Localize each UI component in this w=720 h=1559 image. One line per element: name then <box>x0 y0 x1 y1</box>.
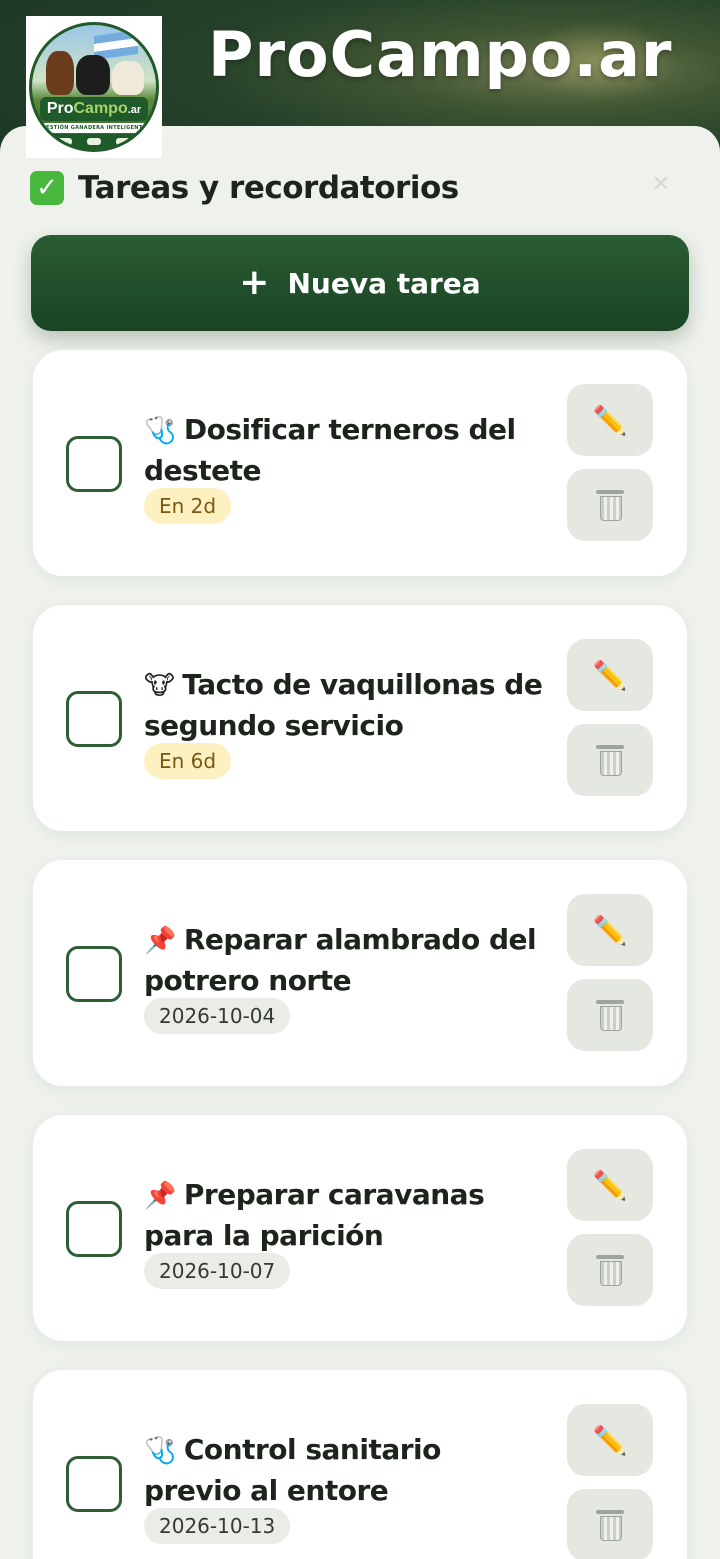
plus-icon: + <box>239 262 270 303</box>
pencil-icon: ✏️ <box>592 913 628 947</box>
cow-icon: 🐮 <box>144 671 175 701</box>
task-title-text: Preparar caravanas para la parición <box>144 1178 485 1252</box>
trash-icon <box>596 1255 624 1286</box>
tasks-panel: ✓ Tareas y recordatorios ✕ + Nueva tarea… <box>0 126 720 1559</box>
edit-task-button[interactable]: ✏️ <box>567 894 653 966</box>
task-due-badge: En 6d <box>144 743 232 779</box>
task-title: 🩺 Control sanitario previo al entore <box>144 1430 544 1511</box>
pencil-icon: ✏️ <box>592 403 628 437</box>
task-checkbox[interactable] <box>66 1456 122 1512</box>
cow-icon <box>76 55 110 95</box>
edit-task-button[interactable]: ✏️ <box>567 384 653 456</box>
logo-emblem: ProCampo.ar GESTIÓN GANADERA INTELIGENTE <box>29 22 159 152</box>
task-card: 🩺 Dosificar terneros del destete En 2d ✏️ <box>33 350 687 576</box>
panel-header: ✓ Tareas y recordatorios <box>30 168 459 208</box>
pencil-icon: ✏️ <box>592 1168 628 1202</box>
task-title-text: Control sanitario previo al entore <box>144 1433 441 1507</box>
pushpin-icon: 📌 <box>144 1181 176 1211</box>
task-due-badge: 2026-10-04 <box>144 998 291 1034</box>
edit-task-button[interactable]: ✏️ <box>567 1149 653 1221</box>
task-card: 🩺 Control sanitario previo al entore 2026-… <box>33 1370 687 1559</box>
sheep-icon <box>112 61 144 95</box>
edit-task-button[interactable]: ✏️ <box>567 1404 653 1476</box>
trash-icon <box>596 1000 624 1031</box>
logo-livestock-strip <box>50 134 138 148</box>
task-card: 📌 Reparar alambrado del potrero norte 2026… <box>33 860 687 1086</box>
task-checkbox[interactable] <box>66 436 122 492</box>
task-title-text: Reparar alambrado del potrero norte <box>144 923 537 997</box>
task-card: 📌 Preparar caravanas para la parición 2026… <box>33 1115 687 1341</box>
horse-icon <box>46 51 74 95</box>
logo-tagline: GESTIÓN GANADERA INTELIGENTE <box>38 123 150 133</box>
pencil-icon: ✏️ <box>592 658 628 692</box>
trash-icon <box>596 490 624 521</box>
delete-task-button[interactable] <box>567 979 653 1051</box>
task-checkbox[interactable] <box>66 1201 122 1257</box>
task-title: 📌 Reparar alambrado del potrero norte <box>144 920 544 1001</box>
trash-icon <box>596 1510 624 1541</box>
delete-task-button[interactable] <box>567 469 653 541</box>
check-mark-icon: ✓ <box>30 171 64 205</box>
task-checkbox[interactable] <box>66 691 122 747</box>
close-button[interactable]: ✕ <box>646 170 676 200</box>
new-task-button[interactable]: + Nueva tarea <box>31 235 689 331</box>
task-title: 🐮 Tacto de vaquillonas de segundo servici… <box>144 665 544 746</box>
delete-task-button[interactable] <box>567 724 653 796</box>
task-due-badge: 2026-10-07 <box>144 1253 291 1289</box>
task-title-text: Dosificar terneros del destete <box>144 413 516 487</box>
trash-icon <box>596 745 624 776</box>
task-checkbox[interactable] <box>66 946 122 1002</box>
delete-task-button[interactable] <box>567 1234 653 1306</box>
pencil-icon: ✏️ <box>592 1423 628 1457</box>
logo-wordmark: ProCampo.ar <box>40 97 148 121</box>
brand-title: ProCampo.ar <box>208 18 673 91</box>
task-due-badge: En 2d <box>144 488 232 524</box>
delete-task-button[interactable] <box>567 1489 653 1559</box>
panel-title: Tareas y recordatorios <box>78 170 459 206</box>
task-title-text: Tacto de vaquillonas de segundo servicio <box>144 668 543 742</box>
stethoscope-icon: 🩺 <box>144 416 176 446</box>
task-title: 📌 Preparar caravanas para la parición <box>144 1175 544 1256</box>
app-logo: ProCampo.ar GESTIÓN GANADERA INTELIGENTE <box>26 16 162 158</box>
pushpin-icon: 📌 <box>144 926 176 956</box>
task-card: 🐮 Tacto de vaquillonas de segundo servici… <box>33 605 687 831</box>
new-task-label: Nueva tarea <box>287 266 481 300</box>
edit-task-button[interactable]: ✏️ <box>567 639 653 711</box>
task-title: 🩺 Dosificar terneros del destete <box>144 410 544 491</box>
stethoscope-icon: 🩺 <box>144 1436 176 1466</box>
task-due-badge: 2026-10-13 <box>144 1508 291 1544</box>
